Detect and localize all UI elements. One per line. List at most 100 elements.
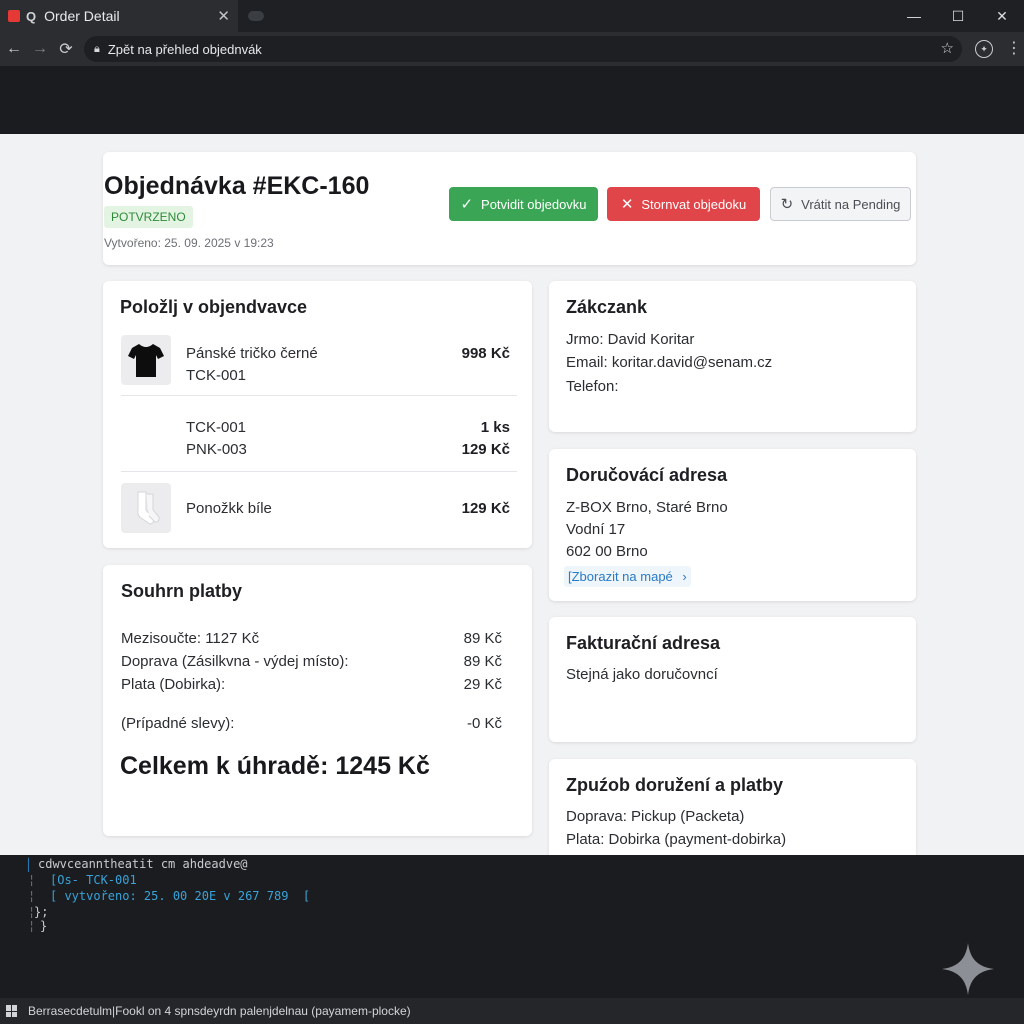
forward-icon[interactable]: → [28, 37, 52, 61]
show-on-map-link[interactable]: [Zborazit na mapé › [564, 566, 691, 587]
order-total: Celkem k úhradě: 1245 Kč [120, 752, 430, 780]
console-gutter: ▏ [28, 858, 36, 872]
console-gutter: ¦ [28, 889, 36, 903]
billing-title: Fakturační adresa [566, 633, 721, 653]
customer-phone: Telefon: [566, 378, 619, 395]
shipping-transport: Doprava: Pickup (Packeta) [566, 808, 745, 825]
billing-text: Stejná jako doručovncí [566, 666, 718, 683]
console-line: [ vytvořeno: 25. 00 20E v 267 789 [ [50, 889, 311, 903]
summary-label: (Prípadné slevy): [121, 715, 235, 732]
status-text: Berrasecdetulm|Fookl on 4 spnsdeyrdn pal… [28, 1004, 411, 1018]
order-items-card: Položlj v objendvavce Pánské tričko čern… [103, 281, 532, 548]
sparkle-icon[interactable] [942, 943, 994, 995]
back-icon[interactable]: ← [2, 37, 26, 61]
shipping-title: Zpuźob doružení a platby [566, 775, 783, 795]
lock-icon: 🔒︎ [94, 42, 100, 55]
list-item: Ponožkk bíle 129 Kč [121, 483, 516, 535]
bookmark-star-icon[interactable]: ☆ [941, 39, 954, 57]
summary-label: Plata (Dobirka): [121, 676, 226, 693]
close-icon: ✕ [620, 196, 634, 213]
console-line: } [40, 919, 48, 933]
item-name: Pánské tričko černé [186, 345, 318, 362]
minimize-icon[interactable]: — [892, 0, 936, 32]
chevron-right-icon: › [682, 569, 687, 584]
favicon-icon [8, 10, 20, 22]
summary-value: 89 Kč [463, 630, 502, 647]
close-window-icon[interactable]: ✕ [980, 0, 1024, 32]
console-gutter: ¦ [28, 873, 36, 887]
summary-label: Mezisoučte: 1127 Kč [121, 630, 260, 647]
divider [121, 395, 517, 396]
tshirt-icon [121, 335, 171, 385]
console-line: }; [34, 905, 49, 919]
window-controls: — ☐ ✕ [892, 0, 1024, 32]
item-name: Ponožkk bíle [186, 500, 272, 517]
devtools-console: ▏ cdwvceanntheatit cm ahdeadve@ ¦ [Os- T… [0, 855, 1024, 998]
customer-title: Zákczank [566, 297, 648, 317]
browser-menu-icon[interactable]: ⋮ [1006, 38, 1022, 58]
revert-pending-button[interactable]: ↻ Vrátit na Pending [770, 187, 911, 221]
payment-summary-card: Souhrn platby Mezisoučte: 1127 Kč 89 Kč … [103, 565, 532, 836]
status-badge: POTVRZENO [104, 206, 193, 228]
divider [121, 471, 517, 472]
summary-label: Doprava (Zásilkvna - výdej místo): [121, 653, 349, 670]
browser-toolbar: ← → ⟳ 🔒︎ Zpět na přehled objednvák ☆ [0, 32, 1024, 66]
undo-icon: ↻ [780, 196, 794, 213]
item-price: 129 Kč [461, 441, 510, 458]
maximize-icon[interactable]: ☐ [936, 0, 980, 32]
items-title: Položlj v objendvavce [120, 297, 308, 317]
tab-title: Order Detail [44, 8, 120, 24]
new-tab-button[interactable] [248, 11, 264, 21]
delivery-title: Doručovácí adresa [566, 465, 728, 485]
console-gutter: ¦ [28, 919, 36, 933]
customer-email: Email: koritar.david@senam.cz [566, 354, 773, 371]
customer-card: Zákczank Jrmo: David Koritar Email: kori… [549, 281, 916, 432]
summary-row: Mezisoučte: 1127 Kč 89 Kč [121, 630, 502, 647]
summary-row: (Prípadné slevy): -0 Kč [121, 715, 502, 732]
order-header-card: Objednávka #EKC-160 POTVRZENO Vytvořeno:… [103, 152, 916, 265]
status-bar: Berrasecdetulm|Fookl on 4 spnsdeyrdn pal… [0, 998, 1024, 1024]
address-text: Zpět na přehled objednvák [107, 41, 262, 57]
list-item: Pánské tričko černé TCK-001 998 Kč [121, 335, 516, 391]
summary-row: Doprava (Zásilkvna - výdej místo): 89 Kč [121, 653, 502, 670]
item-quantity: 1 ks [480, 419, 510, 436]
item-sku: PNK-003 [186, 441, 247, 458]
address-line: Vodní 17 [566, 521, 626, 538]
address-line: 602 00 Brno [566, 543, 648, 560]
page-header-band [0, 66, 1024, 134]
console-line: [Os- TCK-001 [50, 873, 137, 887]
billing-address-card: Fakturační adresa Stejná jako doručovncí [549, 617, 916, 742]
shipping-payment: Plata: Dobirka (payment-dobirka) [566, 831, 787, 848]
address-line: Z-BOX Brno, Staré Brno [566, 499, 728, 516]
cancel-order-button[interactable]: ✕ Stornvat objedoku [607, 187, 760, 221]
revert-pending-label: Vrátit na Pending [801, 196, 901, 212]
tab-close-icon[interactable]: ✕ [217, 7, 230, 25]
confirm-order-label: Potvidit objedovku [481, 196, 587, 212]
browser-tab[interactable]: Q Order Detail ✕ [0, 0, 238, 32]
shipping-payment-card: Zpuźob doružení a platby Doprava: Pickup… [549, 759, 916, 869]
summary-row: Plata (Dobirka): 29 Kč [121, 676, 502, 693]
page-title: Objednávka #EKC-160 [104, 172, 370, 200]
summary-value: -0 Kč [466, 715, 502, 732]
delivery-address-card: Doručovácí adresa Z-BOX Brno, Staré Brno… [549, 449, 916, 601]
socks-icon [121, 483, 171, 533]
customer-name: Jrmo: David Koritar [566, 331, 695, 348]
console-line: cdwvceanntheatit cm ahdeadve@ [38, 857, 248, 871]
item-sku: TCK-001 [186, 367, 247, 384]
item-price: 129 Kč [461, 500, 510, 517]
map-link-label: [Zborazit na mapé [568, 569, 673, 584]
reload-icon[interactable]: ⟳ [54, 37, 78, 61]
item-price: 998 Kč [461, 345, 510, 362]
summary-value: 29 Kč [463, 676, 502, 693]
tab-app-icon: Q [26, 8, 37, 24]
extension-icon[interactable]: ✦ [975, 40, 993, 58]
summary-value: 89 Kč [463, 653, 502, 670]
confirm-order-button[interactable]: ✓ Potvidit objedovku [449, 187, 598, 221]
summary-title: Souhrn platby [121, 581, 242, 601]
browser-titlebar: Q Order Detail ✕ — ☐ ✕ [0, 0, 1024, 32]
address-bar[interactable]: 🔒︎ Zpět na přehled objednvák ☆ [84, 36, 962, 62]
cancel-order-label: Stornvat objedoku [641, 196, 747, 212]
item-sku: TCK-001 [186, 419, 247, 436]
created-timestamp: Vytvořeno: 25. 09. 2025 v 19:23 [104, 236, 274, 250]
windows-icon[interactable] [6, 1005, 18, 1017]
